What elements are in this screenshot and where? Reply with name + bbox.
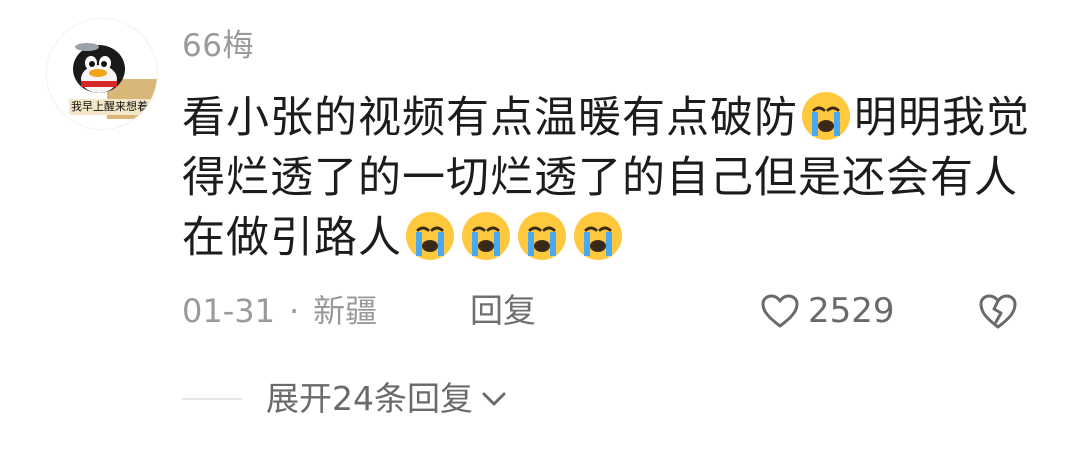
- comment-location: 新疆: [313, 292, 378, 330]
- heart-icon: [761, 294, 799, 328]
- crying-face-emoji-icon: [518, 212, 566, 260]
- avatar-caption: 我早上醒来想着: [69, 99, 157, 115]
- crying-face-emoji-icon: [406, 212, 454, 260]
- comment-text-segment: 明明我觉: [854, 93, 1030, 143]
- comment-line-3: 在做引路人: [182, 208, 1042, 268]
- expand-replies-label: 展开24条回复: [266, 379, 473, 418]
- comment-text-segment: 在做引路人: [182, 213, 402, 263]
- comment-text-segment: 看小张的视频有点温暖有点破防: [182, 93, 798, 143]
- broken-heart-icon: [979, 294, 1017, 329]
- comment-meta: 01-31 · 新疆: [182, 288, 377, 334]
- crying-face-emoji-icon: [802, 92, 850, 140]
- comment-username[interactable]: 66梅: [182, 26, 254, 66]
- replies-divider-line: [182, 398, 242, 400]
- expand-replies-button[interactable]: 展开24条回复: [266, 376, 507, 422]
- meta-separator: ·: [288, 292, 300, 330]
- crying-face-emoji-icon: [574, 212, 622, 260]
- avatar[interactable]: 我早上醒来想着: [46, 18, 158, 130]
- comment-line-2: 得烂透了的一切烂透了的自己但是还会有人: [182, 153, 1018, 203]
- crying-face-emoji-icon: [462, 212, 510, 260]
- like-button[interactable]: 2529: [760, 288, 895, 334]
- reply-button[interactable]: 回复: [470, 288, 536, 334]
- comment-line-1: 看小张的视频有点温暖有点破防 明明我觉: [182, 88, 1042, 148]
- dislike-button[interactable]: [975, 288, 1021, 334]
- chevron-down-icon: [481, 390, 507, 408]
- comment-text: 看小张的视频有点温暖有点破防 明明我觉 得烂透了的一切烂透了的自己但是还会有人 …: [182, 88, 1042, 268]
- comment-date: 01-31: [182, 292, 275, 330]
- like-count: 2529: [808, 291, 895, 331]
